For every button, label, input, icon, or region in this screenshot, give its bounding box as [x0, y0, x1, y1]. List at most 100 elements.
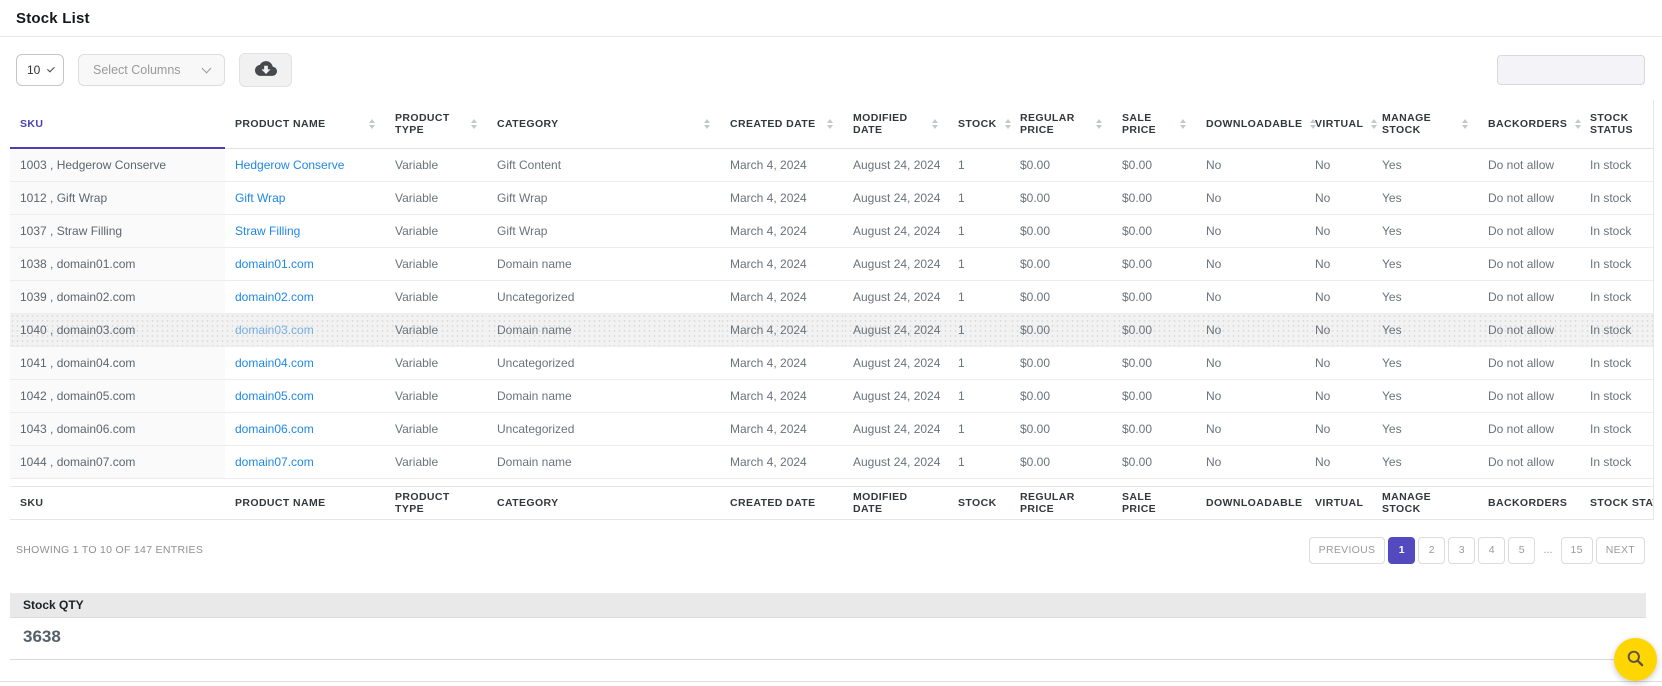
cell-stock-status: In stock: [1580, 214, 1654, 247]
select-columns-dropdown[interactable]: Select Columns: [78, 54, 225, 86]
cell-sku: 1012 , Gift Wrap: [10, 181, 225, 214]
cell-manage-stock: Yes: [1372, 379, 1478, 412]
footer-column-sale-price: SALE PRICE: [1112, 486, 1196, 519]
cell-created: March 4, 2024: [720, 346, 843, 379]
cell-modified: August 24, 2024: [843, 313, 948, 346]
cell-manage-stock: Yes: [1372, 280, 1478, 313]
column-header-stock-status[interactable]: STOCK STATUS: [1580, 100, 1654, 148]
bottom-divider: [0, 681, 1662, 682]
cell-regular-price: $0.00: [1010, 148, 1112, 181]
table-header-row: SKUPRODUCT NAMEPRODUCT TYPECATEGORYCREAT…: [10, 100, 1654, 148]
footer-column-product-name: PRODUCT NAME: [225, 486, 385, 519]
sort-icon: [1005, 119, 1011, 129]
cell-modified: August 24, 2024: [843, 247, 948, 280]
footer-column-stock: STOCK: [948, 486, 1010, 519]
cell-category: Domain name: [487, 379, 720, 412]
column-header-modified-date[interactable]: MODIFIED DATE: [843, 100, 948, 148]
cell-stock-status: In stock: [1580, 412, 1654, 445]
cell-sku: 1003 , Hedgerow Conserve: [10, 148, 225, 181]
column-header-product-type[interactable]: PRODUCT TYPE: [385, 100, 487, 148]
cell-category: Domain name: [487, 445, 720, 478]
cell-created: March 4, 2024: [720, 412, 843, 445]
column-header-backorders[interactable]: BACKORDERS: [1478, 100, 1580, 148]
cell-downloadable: No: [1196, 313, 1305, 346]
cell-product-name: domain07.com: [225, 445, 385, 478]
column-header-regular-price[interactable]: REGULAR PRICE: [1010, 100, 1112, 148]
cell-stock-status: In stock: [1580, 379, 1654, 412]
pagination-page-1[interactable]: 1: [1388, 537, 1415, 564]
pagination-page-4[interactable]: 4: [1478, 537, 1505, 564]
column-label: MANAGE STOCK: [1382, 112, 1454, 136]
cell-modified: August 24, 2024: [843, 346, 948, 379]
column-label: BACKORDERS: [1488, 118, 1567, 130]
column-header-sku[interactable]: SKU: [10, 100, 225, 148]
pagination-next-button[interactable]: NEXT: [1596, 537, 1645, 564]
column-header-virtual[interactable]: VIRTUAL: [1305, 100, 1372, 148]
footer-column-virtual: VIRTUAL: [1305, 486, 1372, 519]
footer-column-backorders: BACKORDERS: [1478, 486, 1580, 519]
cell-sale-price: $0.00: [1112, 247, 1196, 280]
column-header-sale-price[interactable]: SALE PRICE: [1112, 100, 1196, 148]
product-link[interactable]: domain07.com: [235, 455, 314, 469]
product-link[interactable]: domain05.com: [235, 389, 314, 403]
cell-sku: 1041 , domain04.com: [10, 346, 225, 379]
product-link[interactable]: Straw Filling: [235, 224, 300, 238]
product-link[interactable]: domain02.com: [235, 290, 314, 304]
pagination-page-2[interactable]: 2: [1418, 537, 1445, 564]
page-size-value: 10: [27, 63, 40, 77]
pagination-page-3[interactable]: 3: [1448, 537, 1475, 564]
cell-manage-stock: Yes: [1372, 313, 1478, 346]
cell-backorders: Do not allow: [1478, 445, 1580, 478]
page-title: Stock List: [16, 10, 1646, 27]
cell-manage-stock: Yes: [1372, 247, 1478, 280]
cloud-download-icon: [255, 60, 277, 80]
cell-stock-status: In stock: [1580, 445, 1654, 478]
cell-regular-price: $0.00: [1010, 313, 1112, 346]
sort-icon: [369, 119, 375, 129]
cell-product-type: Variable: [385, 313, 487, 346]
product-link[interactable]: Gift Wrap: [235, 191, 285, 205]
cell-sale-price: $0.00: [1112, 313, 1196, 346]
cell-stock: 1: [948, 445, 1010, 478]
footer-column-regular-price: REGULAR PRICE: [1010, 486, 1112, 519]
page-size-select[interactable]: 10: [16, 54, 64, 86]
product-link[interactable]: domain01.com: [235, 257, 314, 271]
column-header-downloadable[interactable]: DOWNLOADABLE: [1196, 100, 1305, 148]
sort-icon: [1462, 119, 1468, 129]
column-label: MODIFIED DATE: [853, 112, 924, 136]
stock-qty-panel: Stock QTY 3638: [10, 593, 1646, 660]
pagination-page-15[interactable]: 15: [1561, 537, 1593, 564]
entries-summary: SHOWING 1 TO 10 OF 147 ENTRIES: [16, 544, 203, 556]
footer-column-created-date: CREATED DATE: [720, 486, 843, 519]
column-header-category[interactable]: CATEGORY: [487, 100, 720, 148]
column-header-product-name[interactable]: PRODUCT NAME: [225, 100, 385, 148]
cell-downloadable: No: [1196, 346, 1305, 379]
sort-icon: [1371, 119, 1377, 129]
table-row: 1044 , domain07.comdomain07.comVariableD…: [10, 445, 1654, 478]
column-header-created-date[interactable]: CREATED DATE: [720, 100, 843, 148]
export-button[interactable]: [239, 53, 292, 87]
column-header-stock[interactable]: STOCK: [948, 100, 1010, 148]
cell-regular-price: $0.00: [1010, 247, 1112, 280]
footer-column-downloadable: DOWNLOADABLE: [1196, 486, 1305, 519]
footer-column-manage-stock: MANAGE STOCK: [1372, 486, 1478, 519]
cell-product-name: domain03.com: [225, 313, 385, 346]
cell-product-type: Variable: [385, 280, 487, 313]
product-link[interactable]: domain03.com: [235, 323, 314, 337]
cell-created: March 4, 2024: [720, 445, 843, 478]
column-header-manage-stock[interactable]: MANAGE STOCK: [1372, 100, 1478, 148]
search-input[interactable]: [1497, 55, 1645, 85]
cell-sale-price: $0.00: [1112, 412, 1196, 445]
cell-sale-price: $0.00: [1112, 346, 1196, 379]
pagination-page-5[interactable]: 5: [1508, 537, 1535, 564]
cell-downloadable: No: [1196, 280, 1305, 313]
cell-manage-stock: Yes: [1372, 148, 1478, 181]
product-link[interactable]: domain06.com: [235, 422, 314, 436]
cell-backorders: Do not allow: [1478, 313, 1580, 346]
search-icon: [1626, 649, 1645, 671]
product-link[interactable]: Hedgerow Conserve: [235, 158, 344, 172]
cell-category: Uncategorized: [487, 346, 720, 379]
product-link[interactable]: domain04.com: [235, 356, 314, 370]
search-fab-button[interactable]: [1614, 638, 1657, 681]
pagination-previous-button[interactable]: PREVIOUS: [1309, 537, 1386, 564]
